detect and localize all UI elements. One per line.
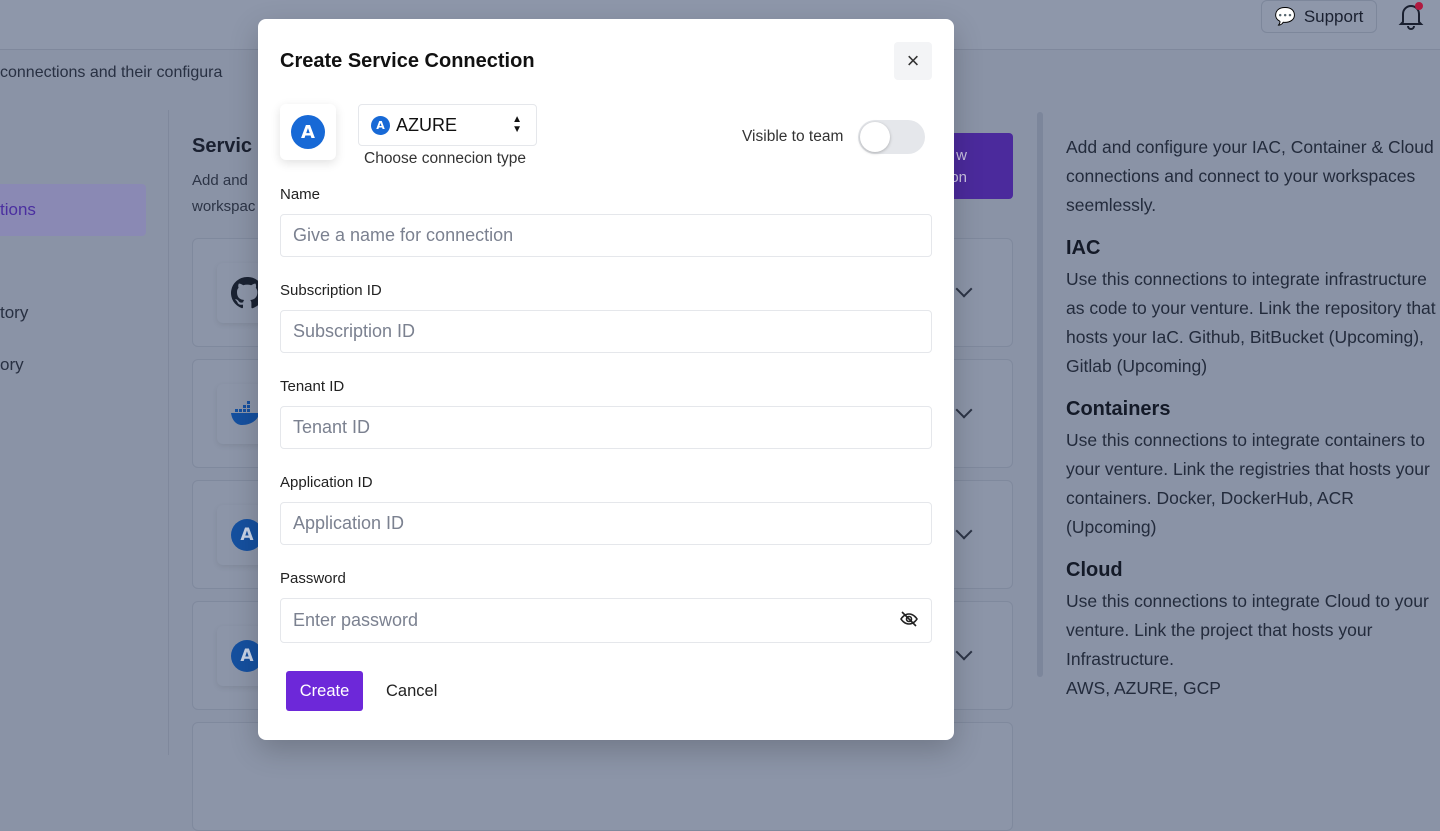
- sidebar-item-registry[interactable]: ory: [0, 355, 24, 375]
- close-button[interactable]: ×: [894, 42, 932, 80]
- section-title: Servic: [192, 135, 253, 157]
- chevron-down-icon[interactable]: [955, 522, 973, 540]
- section-description: Add and workspac: [192, 172, 256, 215]
- notification-bell-icon[interactable]: [1398, 2, 1424, 30]
- tenant-id-label: Tenant ID: [280, 378, 345, 395]
- chevron-down-icon[interactable]: [955, 643, 973, 661]
- azure-icon: A: [371, 115, 390, 135]
- sidebar-item-repository[interactable]: tory: [0, 303, 28, 323]
- name-input[interactable]: [280, 214, 932, 257]
- info-panel: Add and configure your IAC, Container & …: [1066, 137, 1436, 698]
- chevron-down-icon[interactable]: [955, 401, 973, 419]
- connection-type-caption: Choose connecion type: [364, 150, 527, 167]
- close-icon: ×: [906, 48, 920, 73]
- application-id-label: Application ID: [280, 474, 373, 491]
- chat-support-icon: 💬: [1274, 6, 1296, 26]
- create-service-connection-dialog: Create Service Connection × A A AZURE ▲ ▼…: [258, 19, 954, 740]
- subscription-id-label: Subscription ID: [280, 282, 382, 299]
- connection-type-select[interactable]: A AZURE ▲ ▼: [358, 104, 537, 146]
- create-button[interactable]: Create: [286, 671, 363, 711]
- azure-icon: A: [291, 115, 325, 149]
- eye-off-icon[interactable]: [900, 610, 918, 628]
- password-input[interactable]: [280, 598, 932, 643]
- visible-to-team-toggle[interactable]: [858, 120, 925, 154]
- chevron-down-icon[interactable]: [955, 280, 973, 298]
- tenant-id-input[interactable]: [280, 406, 932, 449]
- subscription-id-input[interactable]: [280, 310, 932, 353]
- divider: [168, 110, 169, 755]
- password-label: Password: [280, 570, 346, 587]
- page-subtitle: connections and their configura: [0, 64, 223, 81]
- dialog-title: Create Service Connection: [280, 50, 535, 72]
- azure-logo: A: [280, 104, 336, 160]
- support-button[interactable]: 💬 Support: [1261, 0, 1377, 33]
- cancel-button[interactable]: Cancel: [378, 671, 445, 711]
- application-id-input[interactable]: [280, 502, 932, 545]
- visible-to-team-label: Visible to team: [742, 128, 844, 145]
- select-arrows-icon: ▲ ▼: [512, 114, 522, 135]
- scrollbar[interactable]: [1037, 112, 1043, 677]
- name-label: Name: [280, 186, 321, 203]
- sidebar-item-connections[interactable]: tions: [0, 184, 146, 236]
